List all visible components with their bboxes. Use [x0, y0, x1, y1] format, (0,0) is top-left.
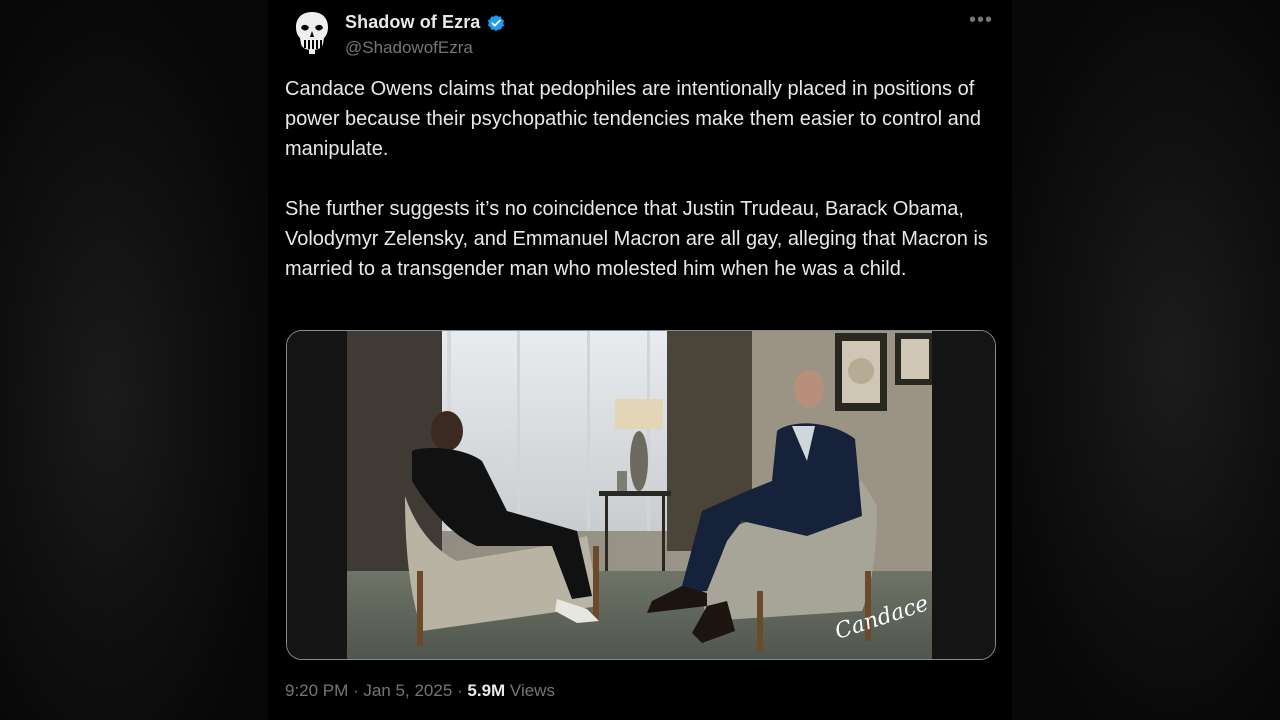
- video-thumbnail[interactable]: Candace: [286, 330, 996, 660]
- tweet-paragraph: Candace Owens claims that pedophiles are…: [285, 78, 981, 160]
- author-display-name[interactable]: Shadow of Ezra: [345, 12, 480, 33]
- views-count[interactable]: 5.9M: [467, 681, 505, 700]
- tweet-text: Candace Owens claims that pedophiles are…: [285, 74, 997, 284]
- blurred-backdrop-right: [1012, 0, 1280, 720]
- author-handle[interactable]: @ShadowofEzra: [345, 38, 473, 58]
- tweet-card: Shadow of Ezra @ShadowofEzra ••• Candace…: [268, 0, 1012, 720]
- tweet-time[interactable]: 9:20 PM: [285, 681, 348, 700]
- verified-badge-icon: [486, 13, 506, 33]
- tweet-meta: 9:20 PM · Jan 5, 2025 · 5.9M Views: [285, 681, 555, 701]
- more-options-icon[interactable]: •••: [966, 6, 996, 34]
- punisher-skull-icon[interactable]: [292, 10, 332, 54]
- views-label: Views: [505, 681, 555, 700]
- tweet-paragraph: She further suggests it’s no coincidence…: [285, 198, 988, 280]
- meta-separator: ·: [348, 681, 364, 700]
- interview-scene-image: Candace: [287, 331, 995, 659]
- blurred-backdrop-left: [0, 0, 268, 720]
- author-name-row: Shadow of Ezra: [345, 12, 506, 33]
- meta-separator: ·: [452, 681, 468, 700]
- tweet-header: Shadow of Ezra @ShadowofEzra •••: [286, 6, 996, 58]
- tweet-date[interactable]: Jan 5, 2025: [363, 681, 452, 700]
